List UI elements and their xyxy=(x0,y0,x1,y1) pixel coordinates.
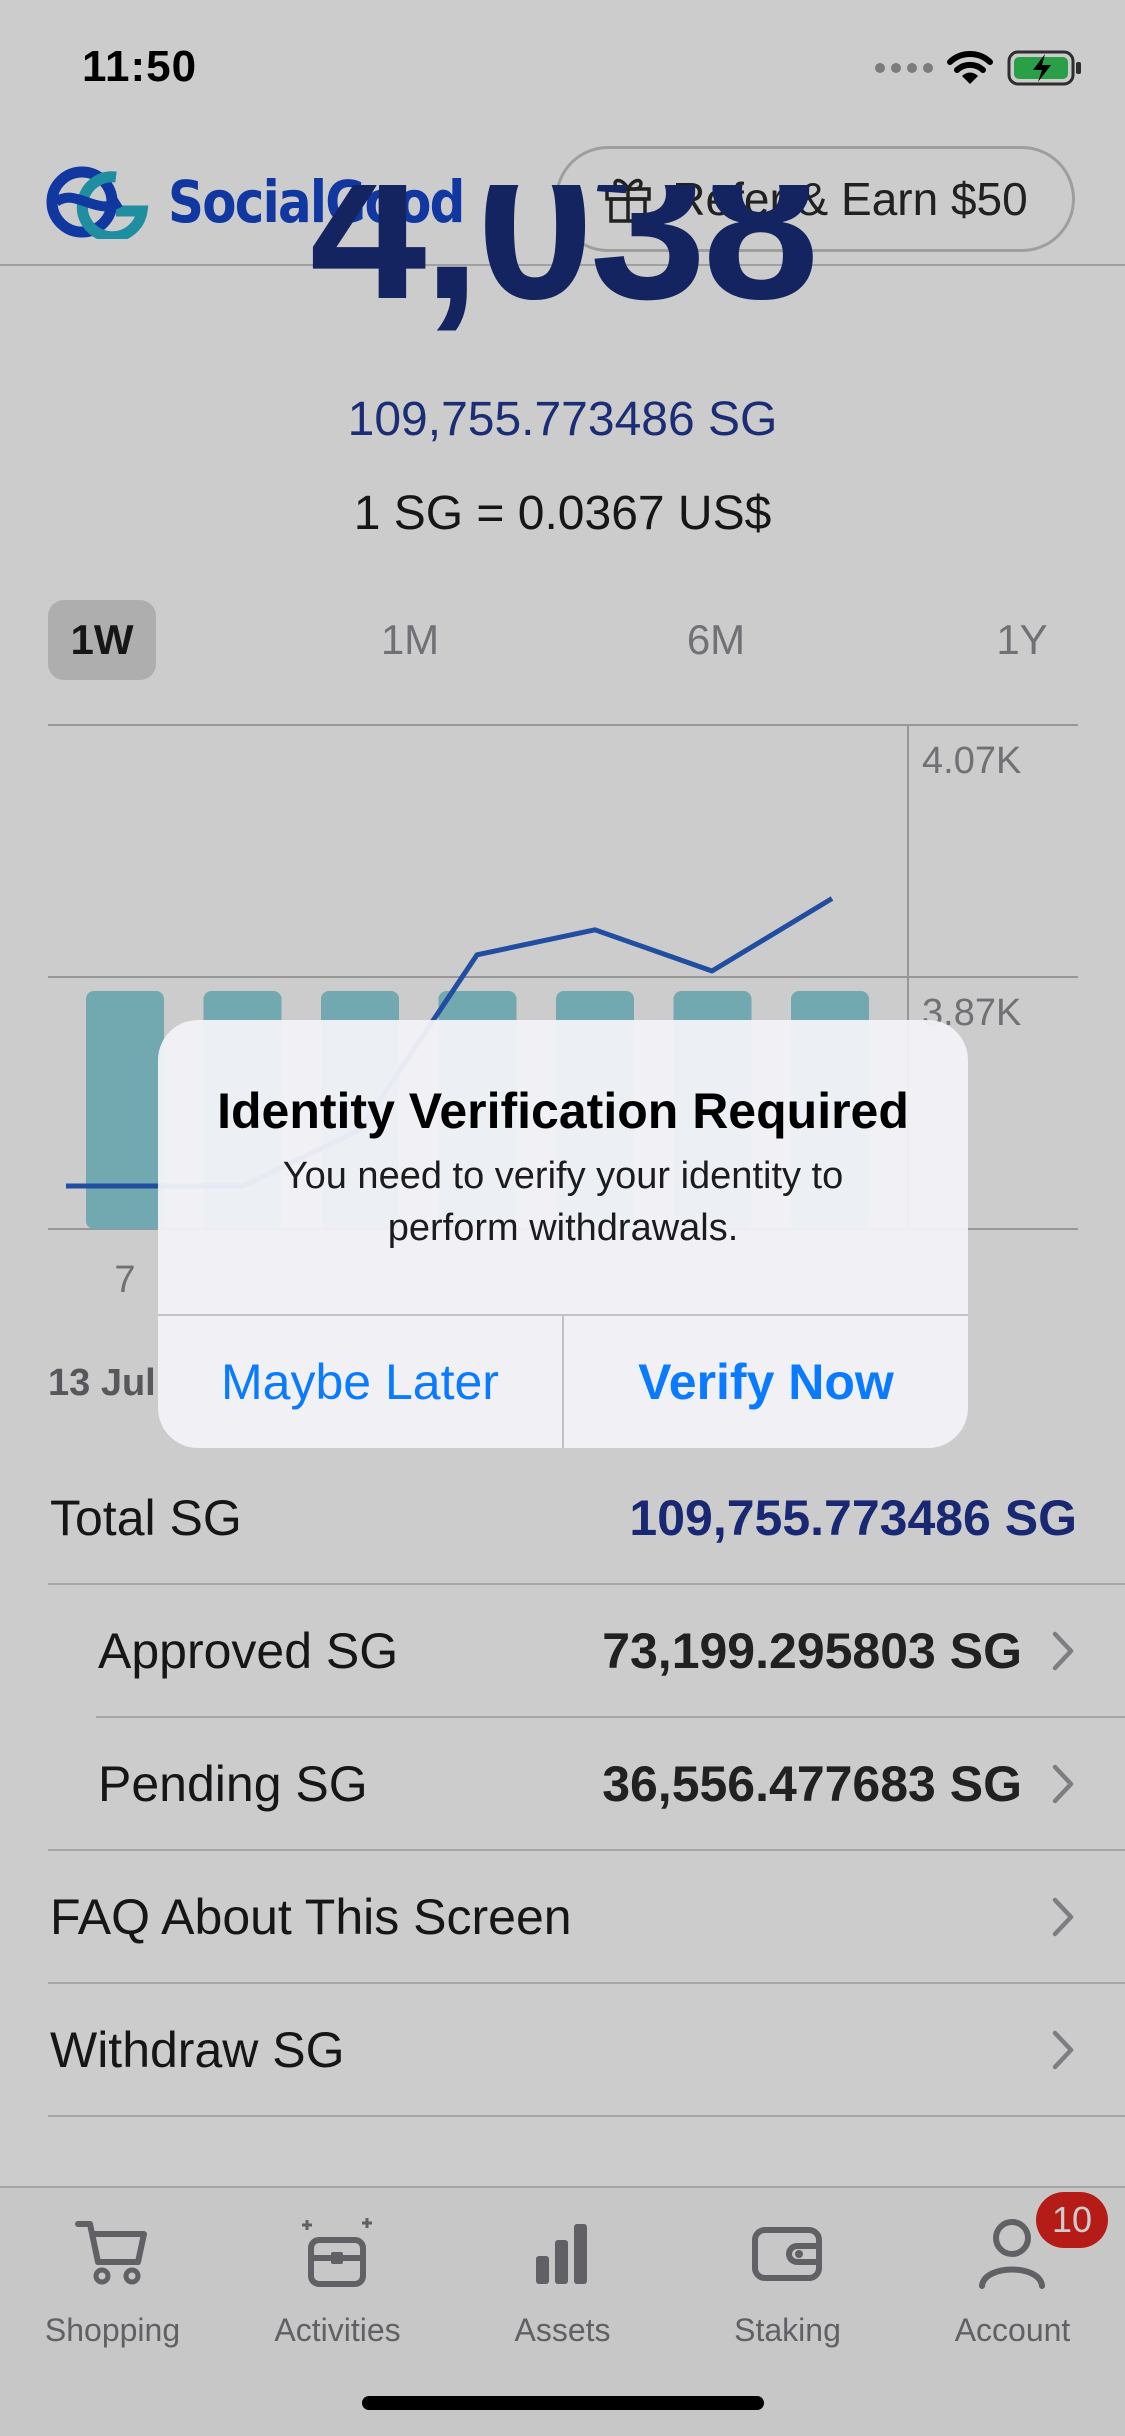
alert-message: You need to verify your identity to perf… xyxy=(282,1155,844,1249)
identity-verification-alert: Identity Verification Required You need … xyxy=(158,1020,968,1448)
verify-now-button[interactable]: Verify Now xyxy=(564,1316,968,1448)
alert-title: Identity Verification Required xyxy=(217,1083,909,1139)
maybe-later-button[interactable]: Maybe Later xyxy=(158,1316,562,1448)
